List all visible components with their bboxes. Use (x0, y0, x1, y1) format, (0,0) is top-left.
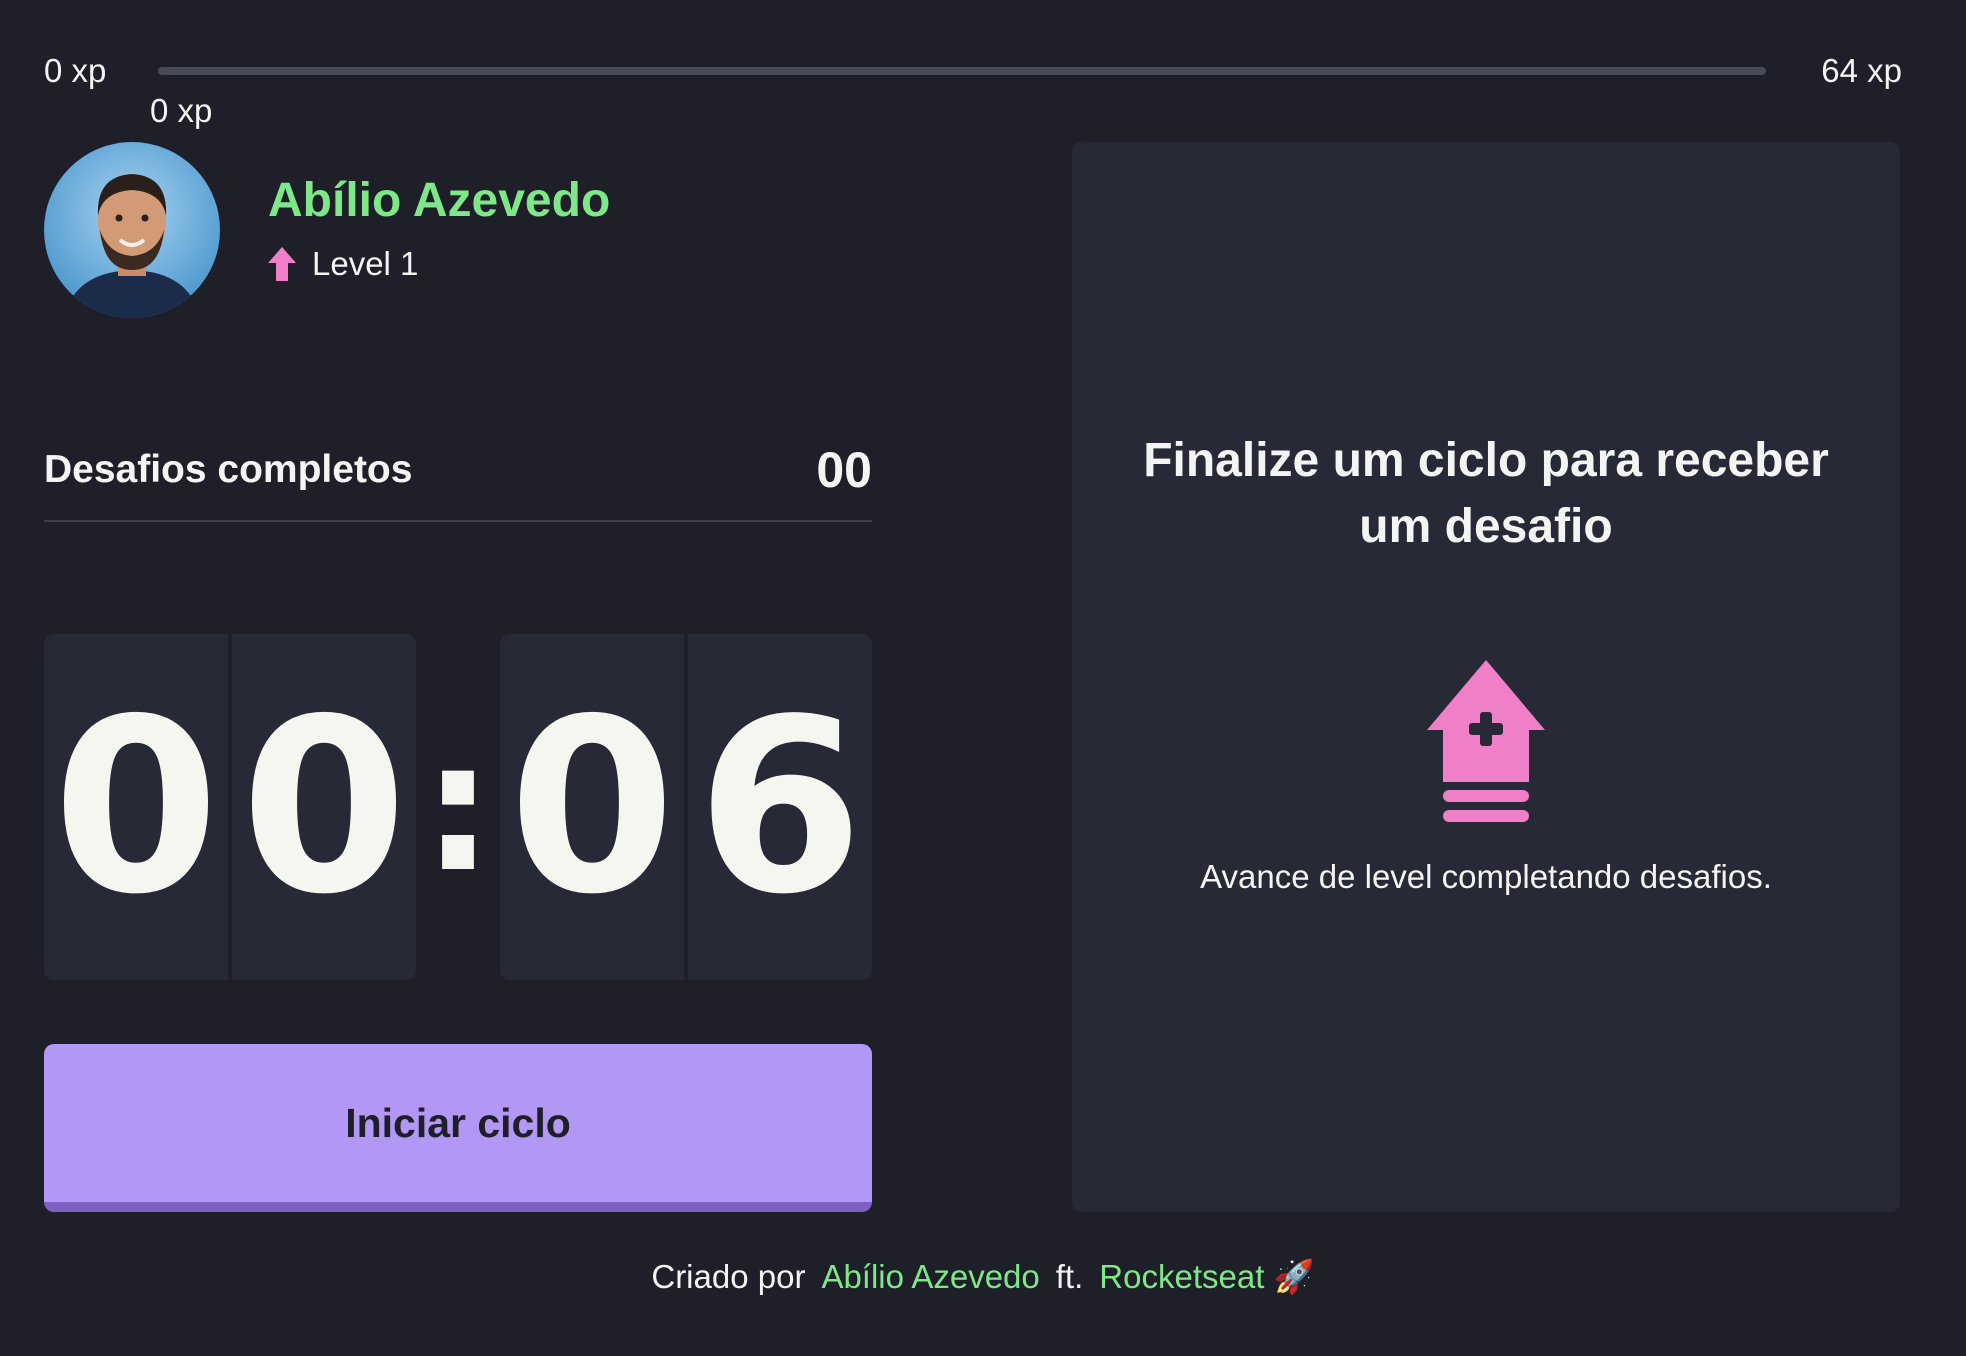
challenge-panel-title: Finalize um ciclo para receber um desafi… (1143, 434, 1829, 553)
xp-progress-track (158, 67, 1766, 75)
profile: Abílio Azevedo Level 1 (44, 142, 610, 318)
footer-ft: ft. (1055, 1258, 1084, 1295)
footer-created-by: Criado por (651, 1258, 806, 1295)
xp-current-label: 0 xp (150, 92, 213, 129)
countdown-separator: : (422, 702, 494, 912)
profile-name: Abílio Azevedo (268, 174, 611, 227)
completed-challenges-label: Desafios completos (44, 448, 413, 491)
level-up-icon (1427, 660, 1545, 827)
second-digit-left: 0 (508, 667, 676, 947)
completed-challenges: Desafios completos 00 (44, 420, 872, 522)
challenge-panel: Finalize um ciclo para receber um desafi… (1072, 142, 1900, 1212)
profile-info: Abílio Azevedo Level 1 (268, 177, 610, 283)
avatar (44, 142, 220, 318)
start-cycle-button[interactable]: Iniciar ciclo (44, 1044, 872, 1212)
footer-org-link[interactable]: Rocketseat 🚀 (1099, 1258, 1314, 1295)
minute-digit-right: 0 (228, 634, 416, 980)
countdown: 0 0 : 0 6 (44, 634, 872, 980)
xp-max-label: 64 xp (1821, 52, 1902, 89)
level-row: Level 1 (268, 245, 610, 283)
minutes-group: 0 0 (44, 634, 416, 980)
level-label: Level 1 (312, 245, 419, 282)
seconds-group: 0 6 (500, 634, 872, 980)
challenge-panel-hint: Avance de level completando desafios. (1200, 858, 1772, 895)
experience-bar: 0 xp 64 xp 0 xp (0, 0, 1966, 140)
xp-min-label: 0 xp (44, 52, 107, 89)
completed-challenges-count: 00 (816, 442, 872, 498)
second-digit-right: 6 (684, 634, 872, 980)
minute-digit-left: 0 (52, 667, 220, 947)
footer: Criado por Abílio Azevedo ft. Rocketseat 🚀 (0, 1258, 1966, 1297)
footer-author-link[interactable]: Abílio Azevedo (821, 1258, 1039, 1295)
level-up-arrow-icon (268, 247, 296, 281)
